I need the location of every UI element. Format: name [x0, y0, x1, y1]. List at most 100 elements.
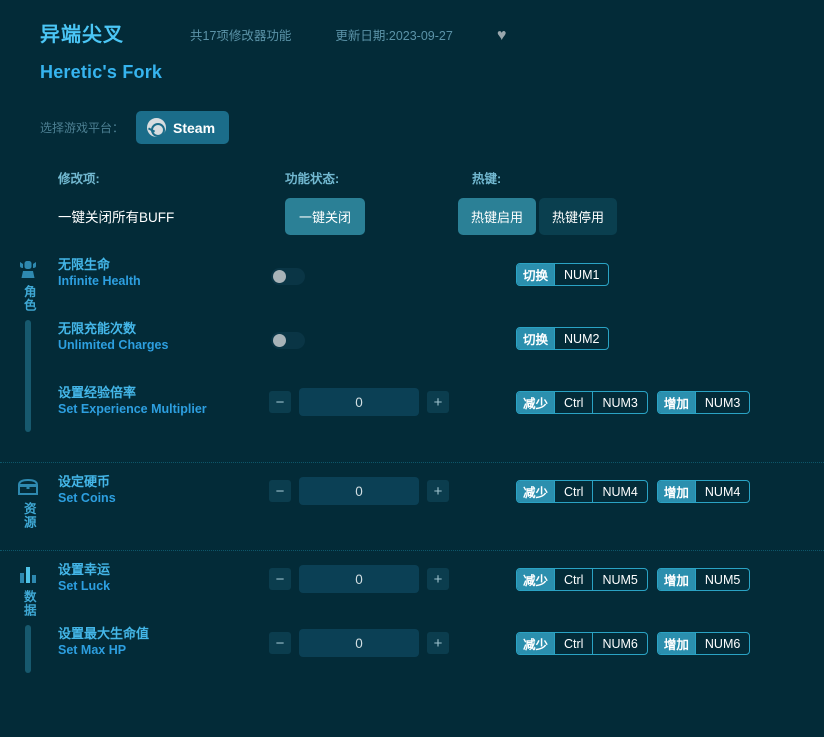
row-list: 设定硬币Set Coins−+减少CtrlNUM4增加NUM4	[0, 463, 824, 527]
hotkey-key: NUM5	[695, 569, 749, 590]
category-bar	[25, 625, 31, 673]
category-label: 资源	[21, 502, 35, 529]
decrement-button[interactable]: −	[269, 480, 291, 502]
section-角色: 角色无限生命Infinite Health 切换NUM1 无限充能次数Unlimit…	[0, 246, 824, 462]
hotkey-chip[interactable]: 增加NUM3	[657, 391, 750, 414]
hotkey-action-label: 增加	[658, 633, 695, 654]
hotkey-key: Ctrl	[554, 633, 592, 654]
hotkey-key: NUM2	[554, 328, 608, 349]
cheat-label-cn: 无限生命	[58, 257, 141, 273]
platform-label: 选择游戏平台：	[40, 119, 124, 136]
hotkey-chip[interactable]: 增加NUM4	[657, 480, 750, 503]
hotkey-group: 切换NUM1	[516, 263, 609, 286]
hotkey-action-label: 减少	[517, 481, 554, 502]
increment-button[interactable]: +	[427, 391, 449, 413]
hotkey-key: NUM5	[592, 569, 646, 590]
cheat-labels: 设置最大生命值Set Max HP	[58, 626, 149, 659]
update-date: 更新日期:2023-09-27	[335, 25, 452, 44]
decrement-button[interactable]: −	[269, 391, 291, 413]
hotkey-chip[interactable]: 切换NUM1	[516, 263, 609, 286]
hotkey-action-label: 增加	[658, 481, 695, 502]
column-heading-state: 功能状态:	[285, 168, 339, 187]
hotkey-group: 减少CtrlNUM4增加NUM4	[516, 480, 750, 503]
increment-button[interactable]: +	[427, 480, 449, 502]
hotkey-action-label: 减少	[517, 392, 554, 413]
cheat-sections: 角色无限生命Infinite Health 切换NUM1 无限充能次数Unlimit…	[0, 246, 824, 702]
cheat-spinner: −+	[269, 629, 449, 657]
title-row: 异端尖叉 共17项修改器功能 更新日期:2023-09-27 ♥	[40, 18, 824, 52]
column-heading-modification: 修改项:	[58, 168, 100, 187]
hotkey-chip[interactable]: 切换NUM2	[516, 327, 609, 350]
hotkey-action-label: 切换	[517, 264, 554, 285]
cheat-labels: 无限生命Infinite Health	[58, 257, 141, 290]
increment-button[interactable]: +	[427, 632, 449, 654]
hotkey-group: 切换NUM2	[516, 327, 609, 350]
hotkey-group: 减少CtrlNUM3增加NUM3	[516, 391, 750, 414]
cheat-labels: 设定硬币Set Coins	[58, 474, 116, 507]
master-row: 一键关闭所有BUFF 一键关闭 热键启用 热键停用	[0, 194, 824, 246]
toggle-knob	[273, 270, 286, 283]
increment-button[interactable]: +	[427, 568, 449, 590]
hotkey-chip[interactable]: 增加NUM6	[657, 632, 750, 655]
hotkey-key: NUM3	[695, 392, 749, 413]
hotkey-chip[interactable]: 减少CtrlNUM4	[516, 480, 648, 503]
cheat-toggle[interactable]	[271, 332, 305, 349]
chart-icon	[17, 565, 39, 585]
cheat-label-en: Set Experience Multiplier	[58, 401, 207, 417]
cheat-row: 无限生命Infinite Health 切换NUM1	[58, 246, 824, 310]
cheat-row: 设置幸运Set Luck−+减少CtrlNUM5增加NUM5	[58, 551, 824, 615]
steam-icon	[147, 118, 166, 137]
character-icon	[17, 260, 39, 280]
cheat-label-en: Set Max HP	[58, 642, 149, 658]
hotkey-chip[interactable]: 增加NUM5	[657, 568, 750, 591]
cheat-label-en: Set Coins	[58, 490, 116, 506]
column-headings: 修改项: 功能状态: 热键:	[0, 168, 824, 194]
game-title-cn: 异端尖叉	[40, 18, 190, 47]
hotkey-chip[interactable]: 减少CtrlNUM5	[516, 568, 648, 591]
hotkey-key: NUM6	[592, 633, 646, 654]
cheat-row: 设置最大生命值Set Max HP−+减少CtrlNUM6增加NUM6	[58, 615, 824, 679]
cheat-label-cn: 设置经验倍率	[58, 385, 207, 401]
cheat-toggle[interactable]	[271, 268, 305, 285]
category-rail: 角色	[14, 260, 42, 432]
value-input[interactable]	[299, 629, 419, 657]
hotkey-enable-button[interactable]: 热键启用	[458, 198, 536, 235]
category-label: 数据	[21, 590, 35, 617]
decrement-button[interactable]: −	[269, 632, 291, 654]
hotkey-disable-button[interactable]: 热键停用	[539, 198, 617, 235]
category-label: 角色	[21, 285, 35, 312]
cheat-label-cn: 设定硬币	[58, 474, 116, 490]
cheat-label-cn: 无限充能次数	[58, 321, 168, 337]
game-title-en: Heretic's Fork	[40, 62, 824, 83]
hotkey-chip[interactable]: 减少CtrlNUM3	[516, 391, 648, 414]
cheat-label-cn: 设置最大生命值	[58, 626, 149, 642]
cheat-spinner: −+	[269, 477, 449, 505]
cheat-labels: 设置经验倍率Set Experience Multiplier	[58, 385, 207, 418]
category-rail: 数据	[14, 565, 42, 673]
hotkey-chip[interactable]: 减少CtrlNUM6	[516, 632, 648, 655]
hotkey-action-label: 增加	[658, 392, 695, 413]
hotkey-key: NUM4	[695, 481, 749, 502]
platform-steam-button[interactable]: Steam	[136, 111, 229, 144]
cheat-row: 无限充能次数Unlimited Charges切换NUM2	[58, 310, 824, 374]
cheat-spinner: −+	[269, 388, 449, 416]
hotkey-key: Ctrl	[554, 481, 592, 502]
cheat-label-en: Set Luck	[58, 578, 110, 594]
cheat-row: 设置经验倍率Set Experience Multiplier−+减少CtrlN…	[58, 374, 824, 438]
hotkey-group: 减少CtrlNUM5 增加NUM5	[516, 568, 750, 591]
hotkey-key: NUM4	[592, 481, 646, 502]
column-heading-hotkey: 热键:	[472, 168, 501, 187]
cheat-row: 设定硬币Set Coins−+减少CtrlNUM4增加NUM4	[58, 463, 824, 527]
value-input[interactable]	[299, 477, 419, 505]
decrement-button[interactable]: −	[269, 568, 291, 590]
disable-all-buffs-button[interactable]: 一键关闭	[285, 198, 365, 235]
value-input[interactable]	[299, 565, 419, 593]
hotkey-key: NUM3	[592, 392, 646, 413]
favorite-heart-icon[interactable]: ♥	[497, 28, 507, 44]
hotkey-key: NUM1	[554, 264, 608, 285]
cheat-spinner: −+	[269, 565, 449, 593]
hotkey-key: Ctrl	[554, 392, 592, 413]
hotkey-key: NUM6	[695, 633, 749, 654]
section-数据: 数据设置幸运Set Luck−+减少CtrlNUM5增加NUM5设置最大生命值S…	[0, 550, 824, 702]
value-input[interactable]	[299, 388, 419, 416]
